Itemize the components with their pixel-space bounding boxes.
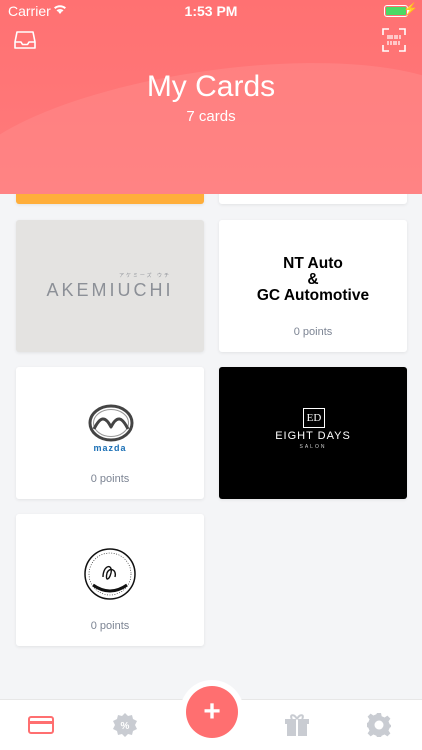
points-label: 0 points [90, 620, 130, 632]
nt-auto-title: NT Auto & GC Automotive [219, 256, 407, 304]
settings-icon[interactable] [366, 712, 392, 738]
page-title: My Cards [146, 70, 276, 103]
gift-icon[interactable] [284, 712, 310, 738]
eight-days-sub-text: SALON [299, 444, 327, 450]
eight-days-logo-text: EIGHT DAYS [275, 430, 351, 442]
card-nt-auto[interactable]: NT Auto & GC Automotive 0 points [219, 220, 407, 352]
card-akemiuchi[interactable]: アケミーズ ウチ AKEMIUCHI [16, 220, 204, 352]
points-label: 0 points [293, 326, 333, 338]
card-mazda[interactable]: mazda 0 points [16, 367, 204, 499]
eight-days-monogram: ED [303, 408, 325, 428]
cards-icon[interactable] [28, 712, 54, 738]
scan-barcode-icon[interactable] [382, 28, 406, 52]
points-label: 0 points [90, 473, 130, 485]
deals-icon[interactable]: % [112, 712, 138, 738]
charging-icon: ⚡ [403, 2, 418, 16]
tab-bar: % + [0, 686, 422, 750]
mazda-wordmark: mazda [93, 443, 127, 453]
status-bar: Carrier 1:53 PM ⚡ [0, 0, 422, 22]
nt-auto-line-3: GC Automotive [256, 287, 370, 304]
mazda-logo-icon [88, 404, 134, 442]
nt-auto-line-1: NT Auto [283, 255, 343, 272]
clock: 1:53 PM [184, 3, 238, 19]
card-offside[interactable]: 0 points [16, 514, 204, 646]
akemiuchi-logo-text: AKEMIUCHI [46, 280, 174, 300]
offside-logo-icon [84, 548, 136, 600]
card-eight-days[interactable]: ED EIGHT DAYS SALON [219, 367, 407, 499]
akemiuchi-kana: アケミーズ ウチ [119, 273, 171, 279]
akemiuchi-logo: アケミーズ ウチ AKEMIUCHI [16, 272, 204, 301]
card-count: 7 cards [186, 108, 236, 125]
svg-text:%: % [121, 721, 130, 732]
nt-auto-line-2: & [307, 271, 319, 288]
add-card-button[interactable]: + [186, 686, 238, 738]
header: My Cards 7 cards [0, 0, 422, 194]
inbox-icon[interactable] [14, 30, 36, 50]
